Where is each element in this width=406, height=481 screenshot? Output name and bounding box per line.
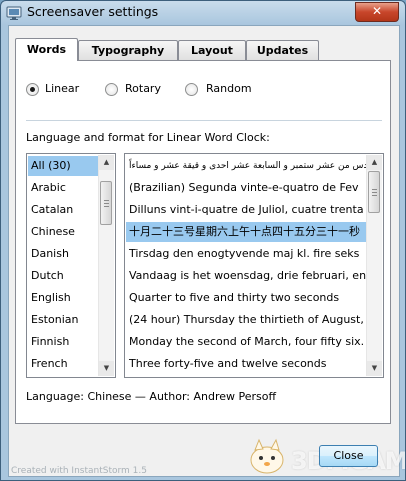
tab-words[interactable]: Words bbox=[15, 38, 78, 61]
window-close-button[interactable]: ✕ bbox=[355, 2, 399, 22]
status-line: Language: Chinese — Author: Andrew Perso… bbox=[26, 390, 277, 403]
section-label: Language and format for Linear Word Cloc… bbox=[26, 131, 270, 144]
scroll-thumb[interactable] bbox=[368, 171, 380, 213]
close-button[interactable]: Close bbox=[319, 445, 378, 467]
format-list[interactable]: الخميس السادس من عشر ستمبر و السابعة عشر… bbox=[124, 153, 384, 378]
format-item[interactable]: Vandaag is het woensdag, drie februari, … bbox=[126, 266, 367, 286]
grip-line bbox=[104, 206, 109, 207]
scroll-thumb[interactable] bbox=[100, 181, 112, 225]
radio-linear-label: Linear bbox=[45, 82, 80, 95]
window-title: Screensaver settings bbox=[27, 4, 159, 19]
separator bbox=[26, 120, 382, 121]
language-list[interactable]: All (30) Arabic Catalan Chinese Danish D… bbox=[26, 153, 116, 378]
format-item[interactable]: Monday the second of March, four fifty s… bbox=[126, 332, 367, 352]
format-item[interactable]: Tirsdag den enogtyvende maj kl. fire sek… bbox=[126, 244, 367, 264]
grip-line bbox=[104, 200, 109, 201]
language-item[interactable]: All (30) bbox=[28, 156, 100, 176]
language-item[interactable]: Dutch bbox=[28, 266, 100, 286]
format-item[interactable]: (Brazilian) Segunda vinte-e-quatro de Fe… bbox=[126, 178, 367, 198]
screensaver-settings-window: Screensaver settings ✕ Words Typography … bbox=[0, 0, 406, 481]
language-item[interactable]: Arabic bbox=[28, 178, 100, 198]
grip-line bbox=[372, 189, 377, 190]
language-item[interactable]: English bbox=[28, 288, 100, 308]
radio-selected-dot bbox=[30, 87, 35, 92]
close-icon: ✕ bbox=[371, 4, 383, 18]
scroll-down-arrow-icon[interactable]: ▼ bbox=[99, 361, 114, 376]
language-item[interactable]: Catalan bbox=[28, 200, 100, 220]
format-item[interactable]: Dilluns vint-i-quatre de Juliol, cuatre … bbox=[126, 200, 367, 220]
radio-random-label: Random bbox=[206, 82, 252, 95]
radio-rotary-button[interactable] bbox=[105, 83, 118, 96]
title-bar[interactable]: Screensaver settings ✕ bbox=[1, 1, 405, 25]
radio-random-button[interactable] bbox=[185, 83, 198, 96]
scroll-up-arrow-icon[interactable]: ▲ bbox=[99, 155, 114, 170]
words-tab-panel: Linear Rotary Random Language and format… bbox=[15, 60, 391, 424]
language-item[interactable]: Estonian bbox=[28, 310, 100, 330]
client-area: Words Typography Layout Updates Linear R… bbox=[8, 25, 405, 477]
credit-text: Created with InstantStorm 1.5 bbox=[11, 466, 147, 476]
format-item[interactable]: (24 hour) Thursday the thirtieth of Augu… bbox=[126, 310, 367, 330]
language-item[interactable]: Chinese bbox=[28, 222, 100, 242]
grip-line bbox=[372, 192, 377, 193]
grip-line bbox=[372, 195, 377, 196]
format-item[interactable]: الخميس السادس من عشر ستمبر و السابعة عشر… bbox=[126, 156, 367, 176]
language-scrollbar[interactable]: ▲ ▼ bbox=[98, 155, 114, 376]
language-item[interactable]: Danish bbox=[28, 244, 100, 264]
tab-layout[interactable]: Layout bbox=[178, 40, 246, 60]
format-item[interactable]: Three forty-five and twelve seconds bbox=[126, 354, 367, 374]
scroll-up-arrow-icon[interactable]: ▲ bbox=[367, 155, 382, 170]
format-item[interactable]: Quarter to five and thirty two seconds bbox=[126, 288, 367, 308]
tab-updates[interactable]: Updates bbox=[246, 40, 319, 60]
tab-typography[interactable]: Typography bbox=[78, 40, 178, 60]
radio-rotary-label: Rotary bbox=[125, 82, 161, 95]
format-scrollbar[interactable]: ▲ ▼ bbox=[366, 155, 382, 376]
app-icon bbox=[6, 6, 22, 20]
radio-linear-button[interactable] bbox=[26, 83, 39, 96]
scroll-down-arrow-icon[interactable]: ▼ bbox=[367, 361, 382, 376]
mascot-logo bbox=[250, 438, 284, 474]
language-item[interactable]: Finnish bbox=[28, 332, 100, 352]
format-item[interactable]: 十月二十三号星期六上午十点四十五分三十一秒 bbox=[126, 222, 367, 242]
grip-line bbox=[104, 203, 109, 204]
language-item[interactable]: French bbox=[28, 354, 100, 374]
